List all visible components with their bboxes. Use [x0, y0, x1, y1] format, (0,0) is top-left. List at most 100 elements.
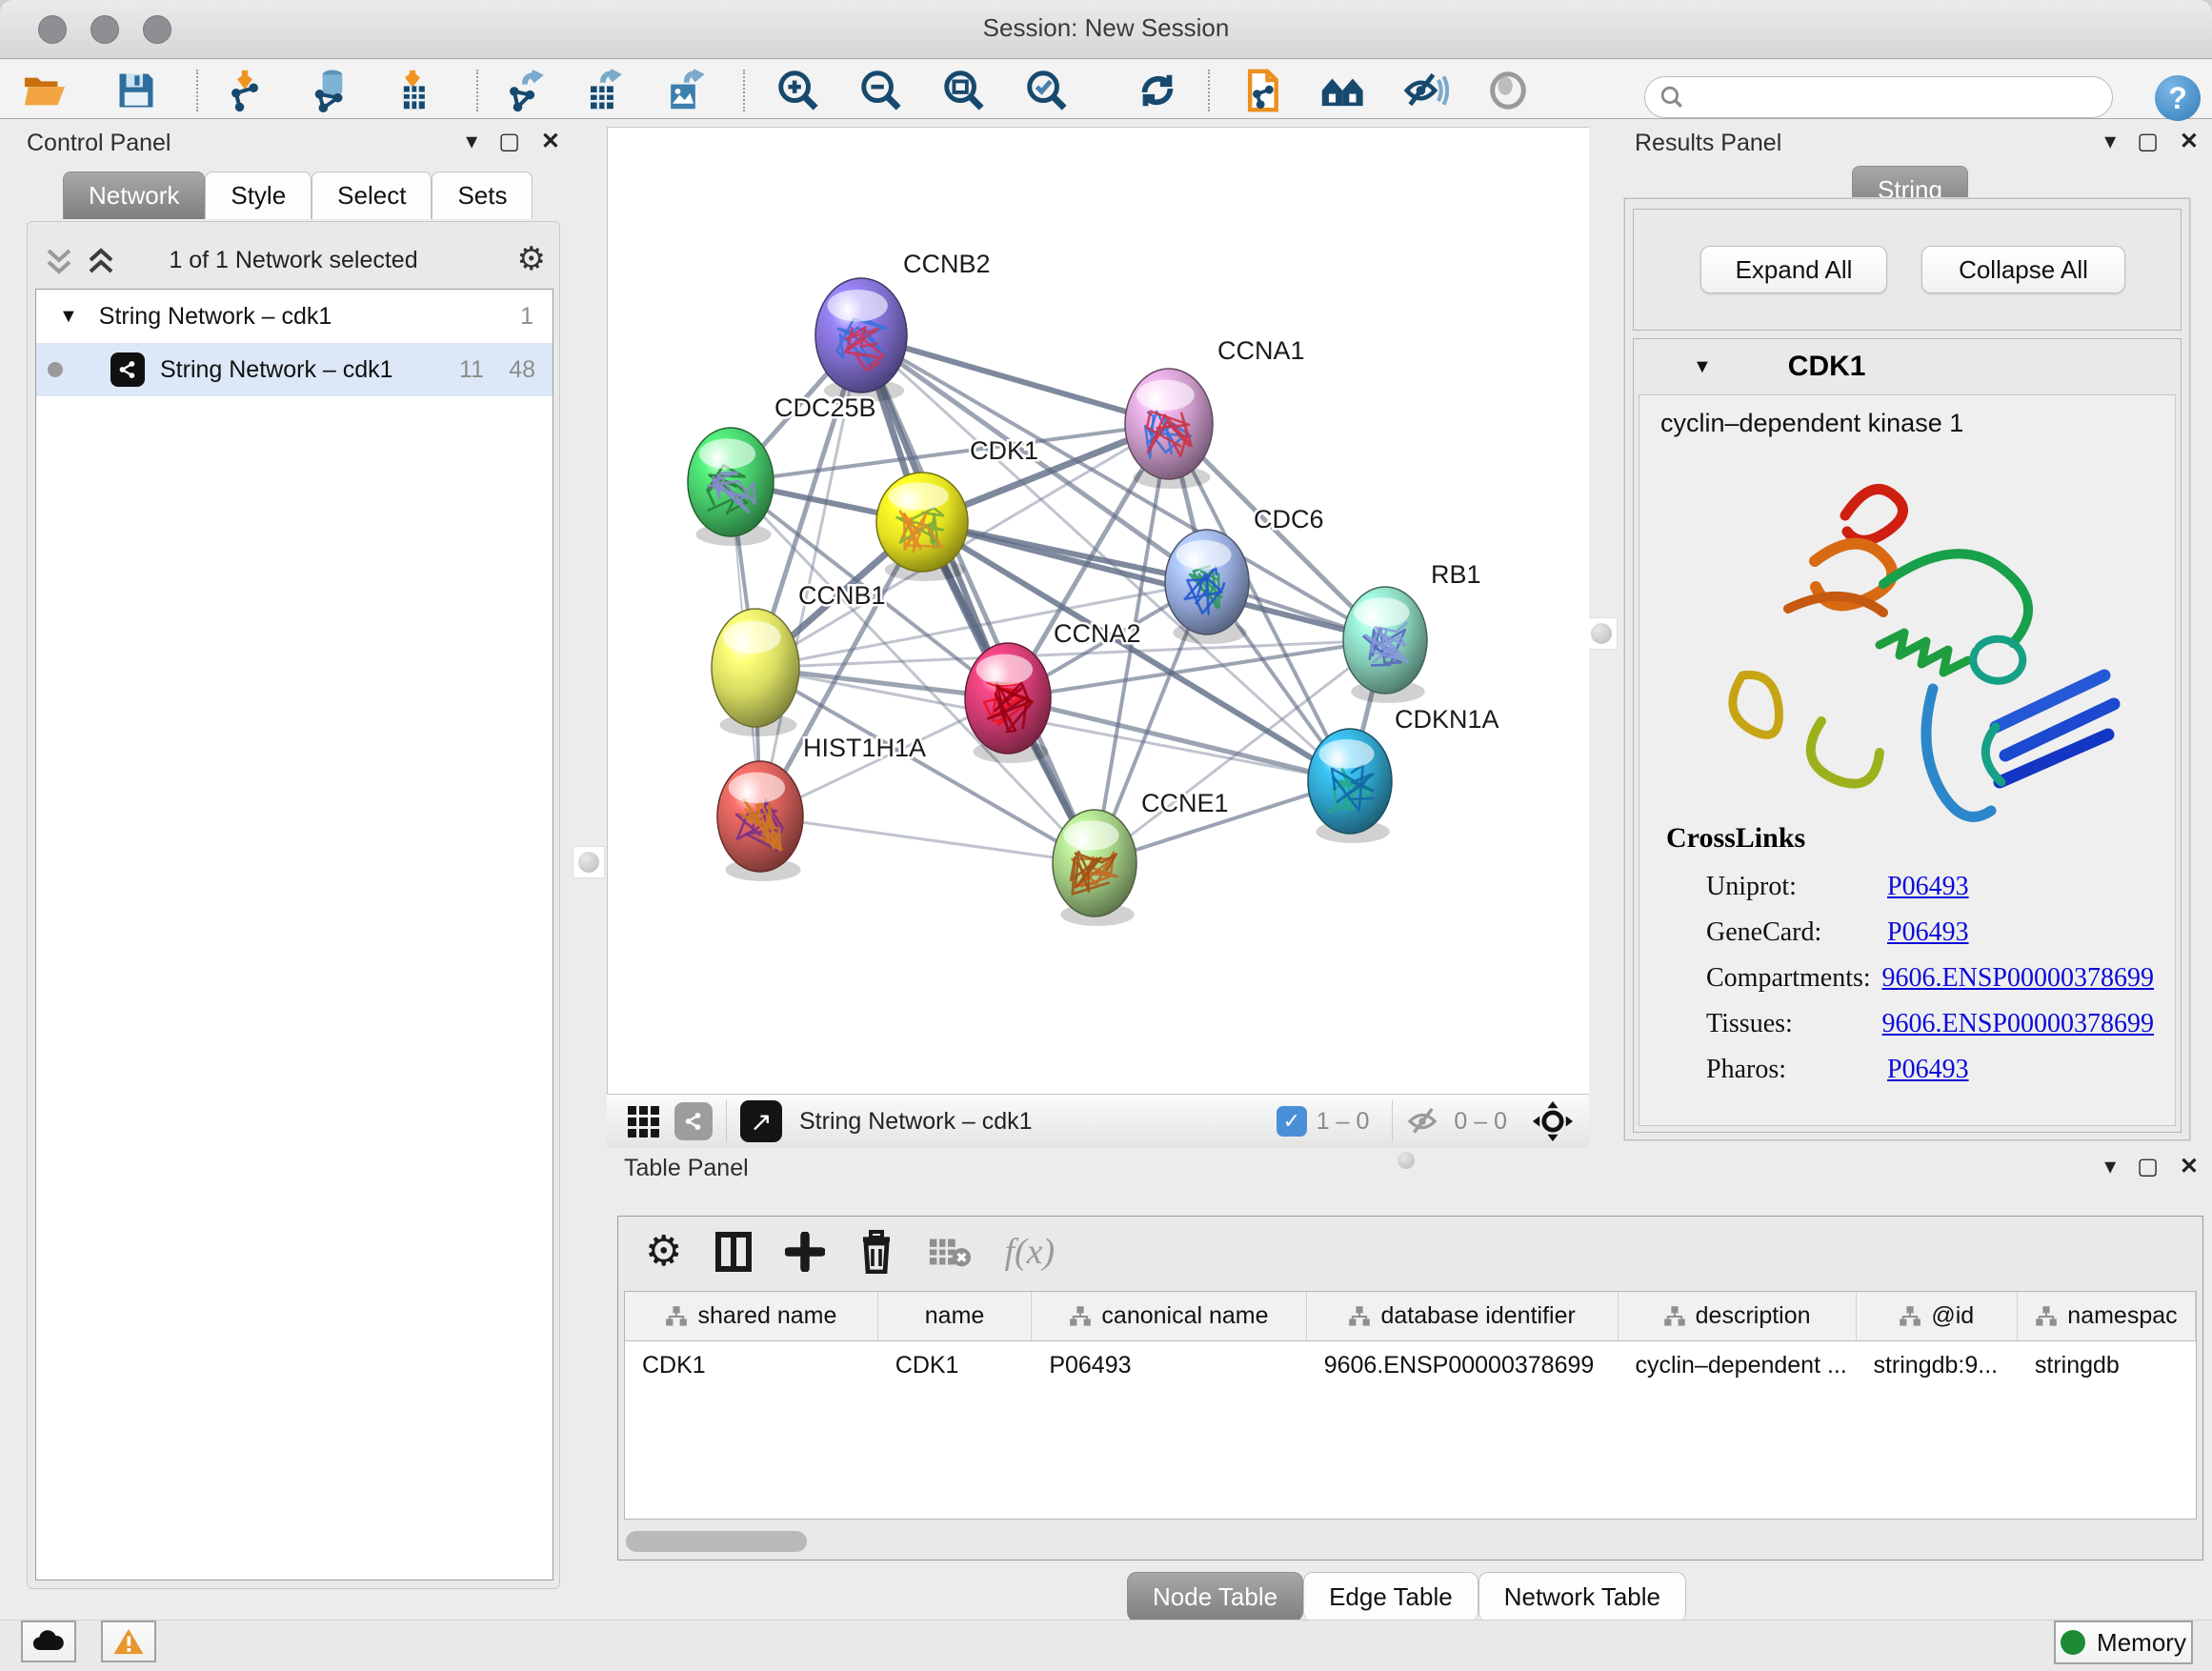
show-all-button[interactable]	[1484, 68, 1532, 113]
node-CDKN1A[interactable]: CDKN1A	[1308, 705, 1499, 843]
show-columns-icon[interactable]	[714, 1231, 753, 1273]
birdseye-grid-icon[interactable]	[628, 1106, 659, 1137]
string-import-button[interactable]	[1238, 68, 1286, 113]
import-network-database-button[interactable]	[307, 68, 354, 113]
selected-counts: 1 – 0	[1317, 1108, 1370, 1136]
collapse-all-button[interactable]: Collapse All	[1921, 246, 2125, 293]
delete-trash-icon[interactable]	[857, 1230, 895, 1274]
float-panel-icon[interactable]: ▢	[498, 128, 520, 155]
panel-menu-icon[interactable]: ▾	[2104, 1153, 2116, 1180]
column-header-namespac[interactable]: namespac	[2018, 1292, 2196, 1340]
horizontal-scrollbar-thumb[interactable]	[626, 1531, 807, 1552]
tab-sets[interactable]: Sets	[432, 171, 533, 219]
table-options-gear-icon[interactable]: ⚙	[645, 1231, 682, 1273]
column-header-shared-name[interactable]: shared name	[625, 1292, 878, 1340]
column-header-database-identifier[interactable]: database identifier	[1307, 1292, 1619, 1340]
float-panel-icon[interactable]: ▢	[2137, 128, 2159, 155]
panel-menu-icon[interactable]: ▾	[2104, 128, 2116, 155]
pan-crosshair-icon[interactable]	[1532, 1100, 1574, 1142]
help-button[interactable]: ?	[2155, 75, 2201, 121]
crosslink-row: GeneCard:P06493	[1706, 917, 2154, 948]
node-HIST1H1A[interactable]: HIST1H1A	[717, 734, 926, 881]
import-table-icon	[392, 69, 433, 112]
tab-style[interactable]: Style	[205, 171, 312, 219]
selected-checkbox-icon[interactable]: ✓	[1277, 1106, 1307, 1137]
export-image-button[interactable]	[659, 68, 707, 113]
save-session-button[interactable]	[112, 68, 160, 113]
tab-select[interactable]: Select	[312, 171, 432, 219]
node-label-CCNE1: CCNE1	[1141, 789, 1229, 817]
cloud-status-button[interactable]	[21, 1621, 76, 1662]
add-column-plus-icon[interactable]	[785, 1232, 825, 1272]
network-row[interactable]: String Network – cdk1 11 48	[36, 343, 553, 396]
export-network-button[interactable]	[499, 68, 547, 113]
column-header-canonical-name[interactable]: canonical name	[1032, 1292, 1306, 1340]
hide-selected-button[interactable]	[1402, 68, 1450, 113]
function-builder-icon[interactable]: f(x)	[1004, 1231, 1055, 1273]
crosslink-row: Tissues:9606.ENSP00000378699	[1706, 1009, 2154, 1039]
edge-CCNB2-CCNE1[interactable]	[861, 335, 1095, 863]
search-input[interactable]	[1685, 83, 2085, 111]
collection-expander-icon[interactable]: ▼	[59, 306, 78, 328]
tab-edge-table[interactable]: Edge Table	[1303, 1572, 1478, 1621]
warnings-button[interactable]	[101, 1621, 156, 1662]
edge-HIST1H1A-CCNE1[interactable]	[760, 816, 1095, 863]
tab-network[interactable]: Network	[63, 171, 205, 219]
network-graph[interactable]: CCNB2CCNA1CDC25BCDK1CDC6RB1CCNB1CCNA2CDK…	[608, 128, 1588, 1093]
panel-menu-icon[interactable]: ▾	[466, 128, 477, 155]
column-header-@id[interactable]: @id	[1857, 1292, 2018, 1340]
zoom-out-icon	[858, 69, 902, 112]
crosslinks-title: CrossLinks	[1666, 822, 1805, 855]
close-panel-icon[interactable]: ✕	[541, 128, 560, 155]
update-network-button[interactable]	[1134, 68, 1181, 113]
import-table-button[interactable]	[389, 68, 436, 113]
crosslink-row: Uniprot:P06493	[1706, 872, 2154, 902]
crosslink-link[interactable]: P06493	[1887, 872, 1969, 902]
network-type-icon	[111, 352, 145, 387]
crosslink-label: Uniprot:	[1706, 872, 1887, 902]
delete-table-icon[interactable]	[928, 1235, 972, 1269]
card-expander-icon[interactable]: ▼	[1693, 356, 1712, 378]
app-window: Session: New Session	[0, 0, 2212, 1671]
network-collection-row[interactable]: ▼ String Network – cdk1 1	[36, 290, 553, 343]
node-RB1[interactable]: RB1	[1343, 560, 1481, 703]
network-overview-icon[interactable]	[674, 1102, 713, 1140]
crosslink-link[interactable]: P06493	[1887, 1055, 1969, 1085]
left-splitter-grip[interactable]	[573, 846, 605, 878]
network-canvas[interactable]: CCNB2CCNA1CDC25BCDK1CDC6RB1CCNB1CCNA2CDK…	[607, 127, 1589, 1094]
table-row[interactable]: CDK1CDK1P064939606.ENSP00000378699cyclin…	[625, 1341, 2196, 1389]
tab-node-table[interactable]: Node Table	[1127, 1572, 1303, 1621]
tab-network-table[interactable]: Network Table	[1478, 1572, 1686, 1621]
network-options-gear-icon[interactable]: ⚙	[517, 243, 546, 275]
titlebar: Session: New Session	[0, 0, 2212, 59]
close-panel-icon[interactable]: ✕	[2180, 128, 2199, 155]
node-table[interactable]: shared namenamecanonical namedatabase id…	[624, 1291, 2197, 1520]
detach-view-button[interactable]: ↗	[740, 1100, 782, 1142]
node-CCNB1[interactable]: CCNB1	[712, 581, 886, 736]
edge-CCNB2-CCNA1[interactable]	[861, 335, 1169, 424]
crosslink-link[interactable]: P06493	[1887, 917, 1969, 948]
zoom-fit-button[interactable]	[939, 68, 987, 113]
expand-collapse-bar: Expand All Collapse All	[1633, 209, 2182, 331]
import-network-file-button[interactable]	[221, 68, 269, 113]
crosslink-link[interactable]: 9606.ENSP00000378699	[1882, 963, 2154, 994]
crosslink-link[interactable]: 9606.ENSP00000378699	[1882, 1009, 2154, 1039]
zoom-selected-button[interactable]	[1022, 68, 1070, 113]
node-CCNE1[interactable]: CCNE1	[1053, 789, 1229, 926]
zoom-out-button[interactable]	[856, 68, 904, 113]
export-table-button[interactable]	[577, 68, 625, 113]
search-box[interactable]	[1644, 76, 2113, 118]
column-header-description[interactable]: description	[1619, 1292, 1857, 1340]
memory-button[interactable]: Memory	[2054, 1621, 2193, 1664]
expand-all-button[interactable]: Expand All	[1700, 246, 1887, 293]
node-CCNA1[interactable]: CCNA1	[1125, 336, 1305, 489]
close-panel-icon[interactable]: ✕	[2180, 1153, 2199, 1180]
float-panel-icon[interactable]: ▢	[2137, 1153, 2159, 1180]
home-button[interactable]	[1320, 68, 1368, 113]
node-CCNB2[interactable]: CCNB2	[815, 250, 991, 402]
open-folder-icon	[23, 71, 67, 110]
column-header-name[interactable]: name	[878, 1292, 1032, 1340]
zoom-fit-icon	[941, 69, 985, 112]
zoom-in-button[interactable]	[774, 68, 821, 113]
open-session-button[interactable]	[21, 68, 69, 113]
